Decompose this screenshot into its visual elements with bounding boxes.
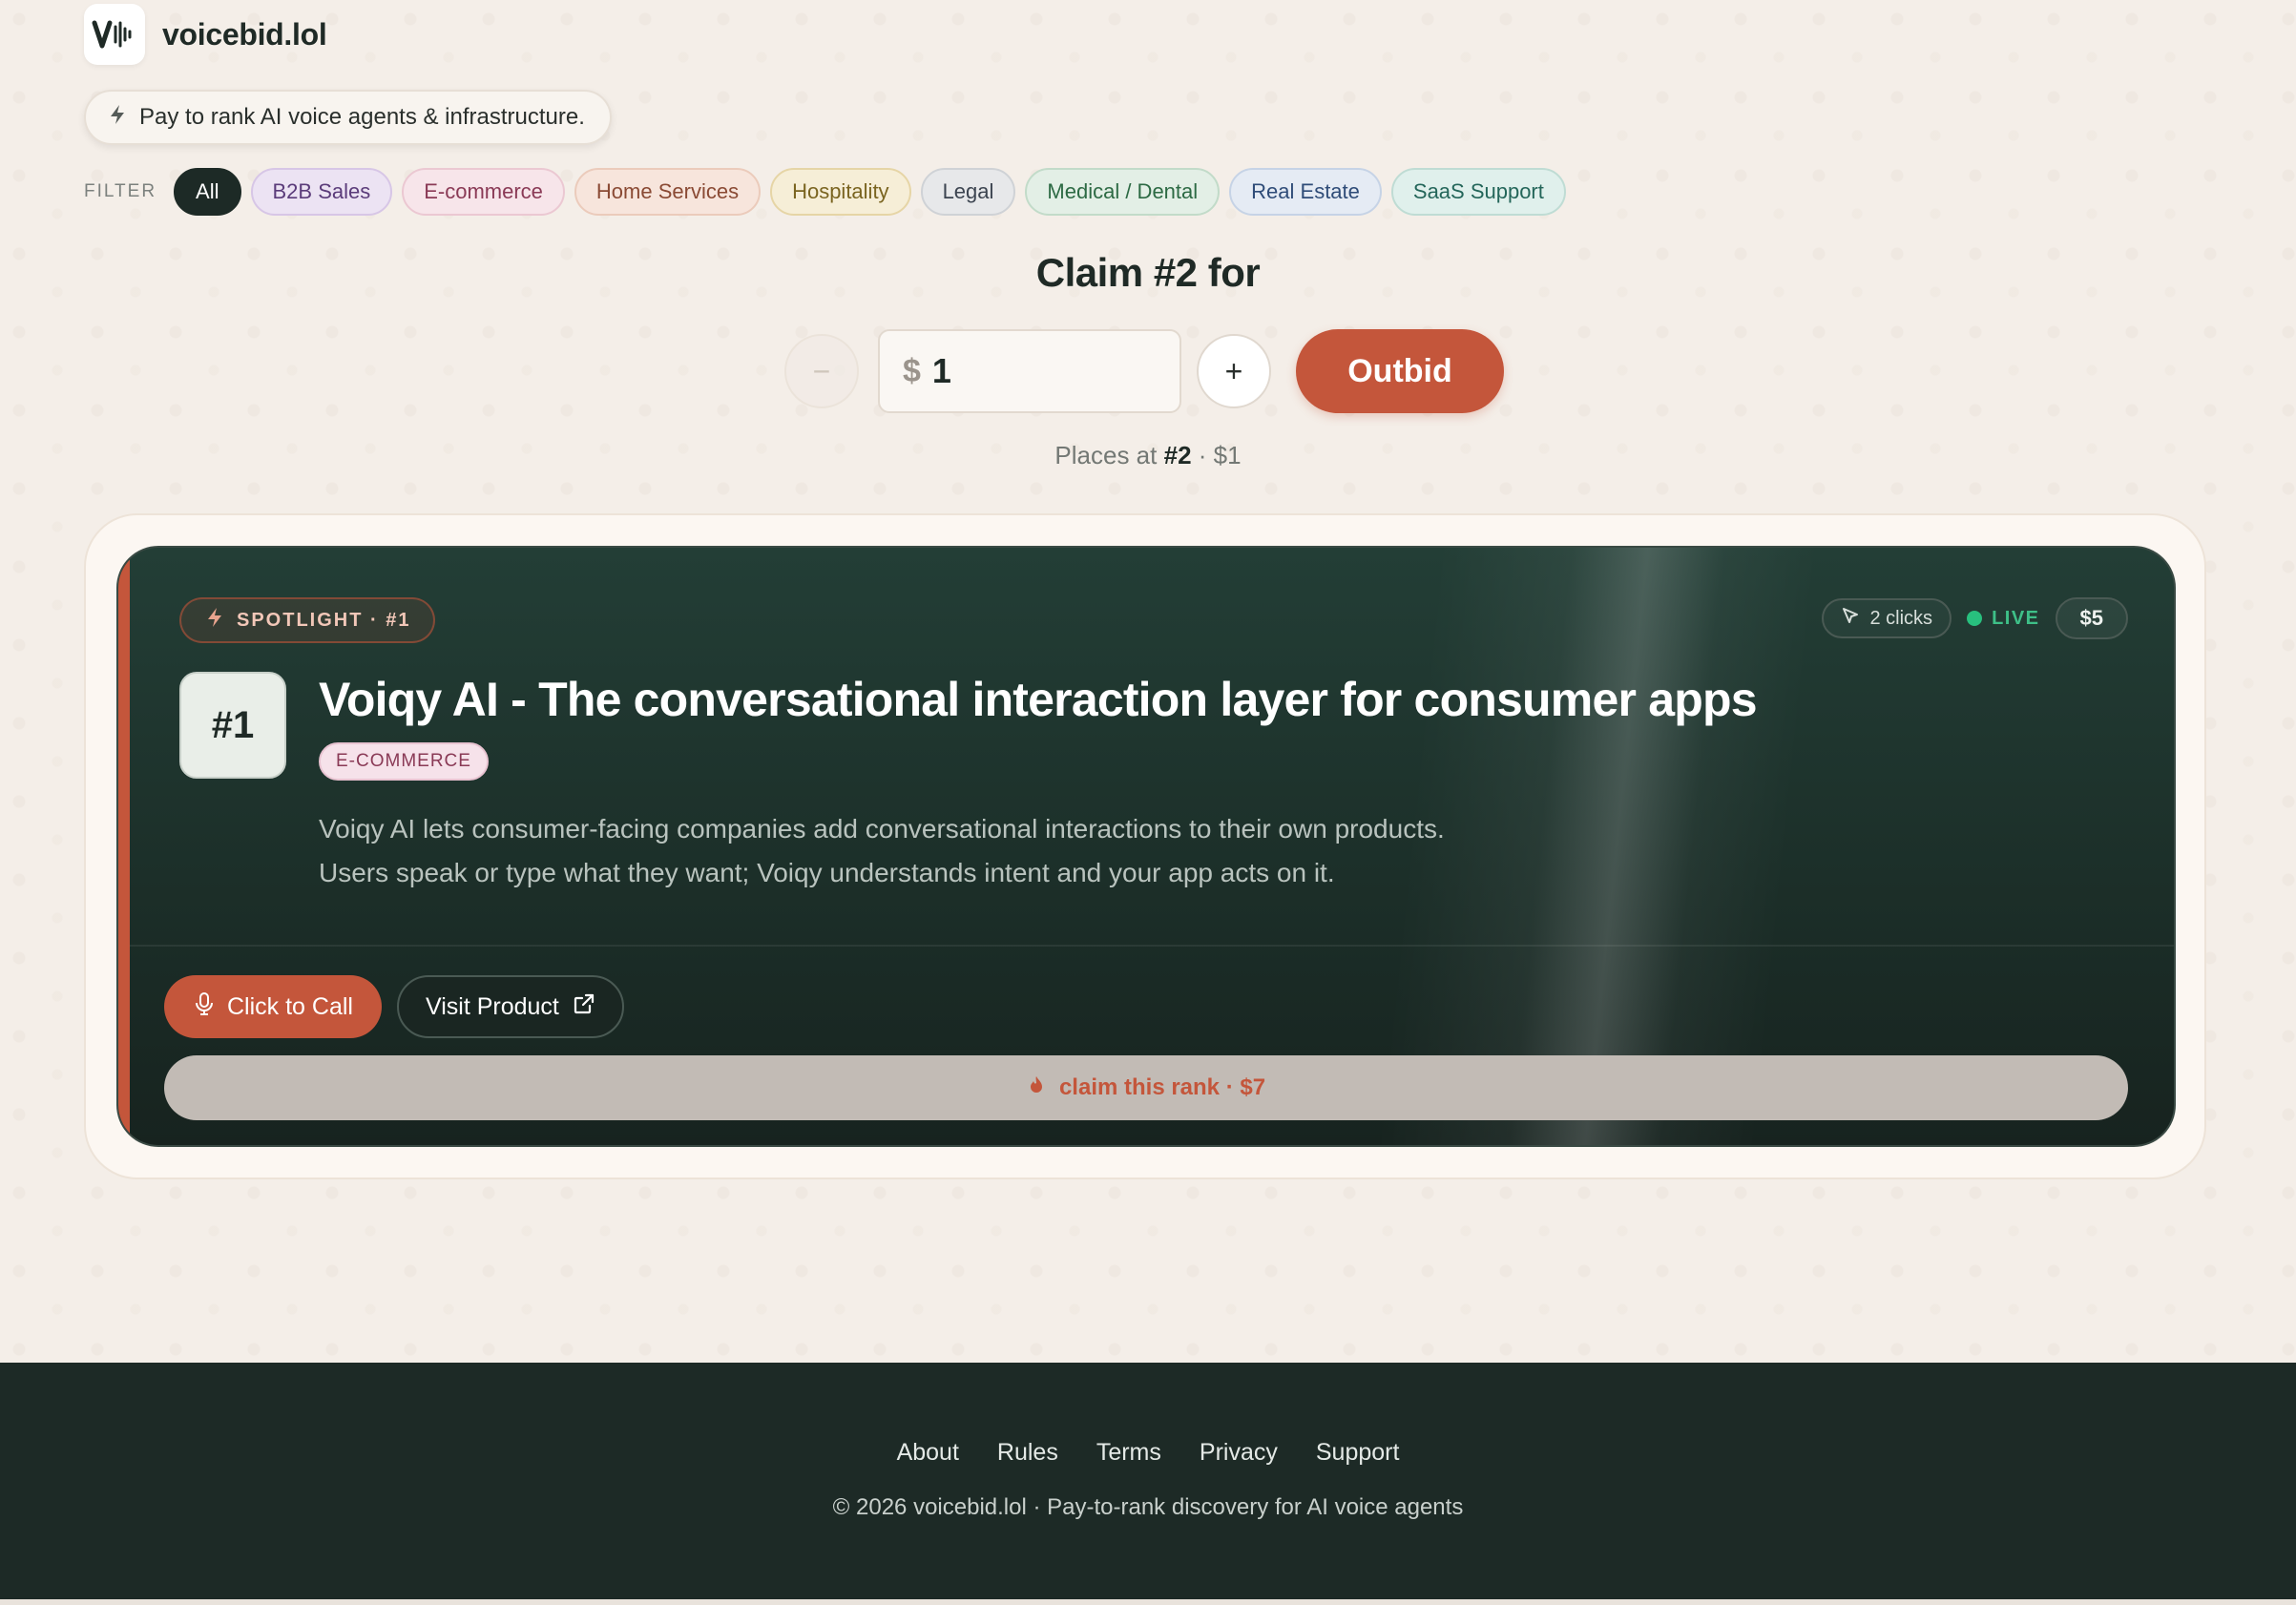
live-dot-icon	[1967, 611, 1983, 626]
spotlight-badge: SPOTLIGHT · #1	[179, 597, 436, 643]
brand-header[interactable]: voicebid.lol	[84, 4, 327, 65]
chip-label: Home Services	[595, 179, 740, 203]
site-footer: About Rules Terms Privacy Support © 2026…	[0, 1363, 2296, 1599]
footer-link-about[interactable]: About	[897, 1439, 959, 1467]
product-description: Voiqy AI lets consumer-facing companies …	[319, 807, 1655, 895]
live-status: LIVE	[1967, 608, 2039, 630]
description-line: Users speak or type what they want; Voiq…	[319, 858, 1335, 887]
footer-link-support[interactable]: Support	[1316, 1439, 1400, 1467]
claim-title: Claim #2 for	[1035, 250, 1261, 295]
claim-rank-button[interactable]: claim this rank · $7	[164, 1055, 2128, 1120]
places-rank: #2	[1163, 441, 1192, 469]
chip-label: Medical / Dental	[1047, 179, 1199, 203]
voicebid-logo-icon	[84, 4, 145, 65]
filter-chip-all[interactable]: All	[174, 168, 241, 216]
filter-chip-home-services[interactable]: Home Services	[574, 168, 762, 216]
chip-label: E-commerce	[424, 179, 543, 203]
call-label: Click to Call	[227, 992, 353, 1020]
outbid-button[interactable]: Outbid	[1296, 329, 1504, 413]
places-prefix: Places at	[1054, 441, 1158, 469]
chip-label: SaaS Support	[1412, 179, 1544, 203]
filter-label: FILTER	[84, 181, 157, 201]
card-actions: Click to Call Visit Product	[164, 975, 624, 1038]
bid-amount-value: 1	[931, 351, 951, 390]
card-meta: 2 clicks LIVE $5	[1822, 597, 2128, 639]
microphone-icon	[195, 991, 214, 1023]
chip-label: Real Estate	[1251, 179, 1360, 203]
fire-icon	[1027, 1074, 1046, 1102]
click-to-call-button[interactable]: Click to Call	[164, 975, 382, 1038]
category-tag: E-COMMERCE	[319, 742, 489, 781]
footer-nav: About Rules Terms Privacy Support	[0, 1439, 2296, 1467]
footer-link-rules[interactable]: Rules	[997, 1439, 1058, 1467]
filter-chip-e-commerce[interactable]: E-commerce	[402, 168, 565, 216]
brand-name: voicebid.lol	[162, 16, 327, 52]
chip-label: Hospitality	[792, 179, 889, 203]
chip-label: Legal	[942, 179, 994, 203]
bid-amount-input[interactable]: $ 1	[878, 329, 1181, 413]
rank-badge: #1	[179, 672, 286, 779]
external-link-icon	[573, 992, 595, 1022]
increment-button[interactable]: +	[1197, 334, 1271, 408]
category-filters: FILTER All B2B Sales E-commerce Home Ser…	[84, 168, 1566, 216]
spotlight-container: SPOTLIGHT · #1 2 clicks LIVE $5 #1 Voiqy…	[84, 513, 2206, 1179]
currency-symbol: $	[903, 352, 921, 389]
copyright-text: © 2026 voicebid.lol · Pay-to-rank discov…	[832, 1494, 1464, 1520]
main-page: voicebid.lol Pay to rank AI voice agents…	[0, 0, 2296, 1363]
bolt-icon	[206, 607, 223, 634]
decrement-button[interactable]: −	[784, 334, 859, 408]
description-line: Voiqy AI lets consumer-facing companies …	[319, 814, 1445, 844]
bid-price-badge: $5	[2055, 597, 2128, 639]
bid-controls: − $ 1 + Outbid	[784, 329, 1504, 413]
filter-chip-b2b-sales[interactable]: B2B Sales	[250, 168, 393, 216]
cursor-icon	[1841, 606, 1860, 631]
product-title[interactable]: Voiqy AI - The conversational interactio…	[319, 672, 1758, 727]
clicks-label: 2 clicks	[1869, 607, 1933, 629]
placement-summary: Places at #2 · $1	[0, 441, 2296, 470]
footer-link-terms[interactable]: Terms	[1096, 1439, 1161, 1467]
chip-label: B2B Sales	[272, 179, 371, 203]
filter-chip-medical-dental[interactable]: Medical / Dental	[1025, 168, 1221, 216]
tagline-text: Pay to rank AI voice agents & infrastruc…	[139, 104, 585, 130]
filter-chip-legal[interactable]: Legal	[920, 168, 1016, 216]
clicks-counter: 2 clicks	[1822, 598, 1952, 638]
visit-label: Visit Product	[425, 992, 559, 1020]
chip-label: All	[196, 179, 219, 203]
filter-chip-saas-support[interactable]: SaaS Support	[1390, 168, 1566, 216]
card-divider	[130, 945, 2174, 947]
filter-chip-real-estate[interactable]: Real Estate	[1229, 168, 1382, 216]
tagline-pill: Pay to rank AI voice agents & infrastruc…	[84, 90, 612, 145]
card-accent-bar	[118, 548, 130, 1145]
claim-rank-label: claim this rank · $7	[1058, 1074, 1266, 1100]
bottom-strip	[0, 1599, 2296, 1605]
places-suffix: · $1	[1198, 441, 1242, 469]
footer-link-privacy[interactable]: Privacy	[1200, 1439, 1278, 1467]
spotlight-badge-label: SPOTLIGHT · #1	[237, 609, 411, 631]
live-label: LIVE	[1992, 607, 2040, 629]
bolt-icon	[109, 104, 126, 132]
spotlight-card: SPOTLIGHT · #1 2 clicks LIVE $5 #1 Voiqy…	[116, 546, 2176, 1147]
filter-chip-hospitality[interactable]: Hospitality	[770, 168, 911, 216]
visit-product-button[interactable]: Visit Product	[396, 975, 624, 1038]
